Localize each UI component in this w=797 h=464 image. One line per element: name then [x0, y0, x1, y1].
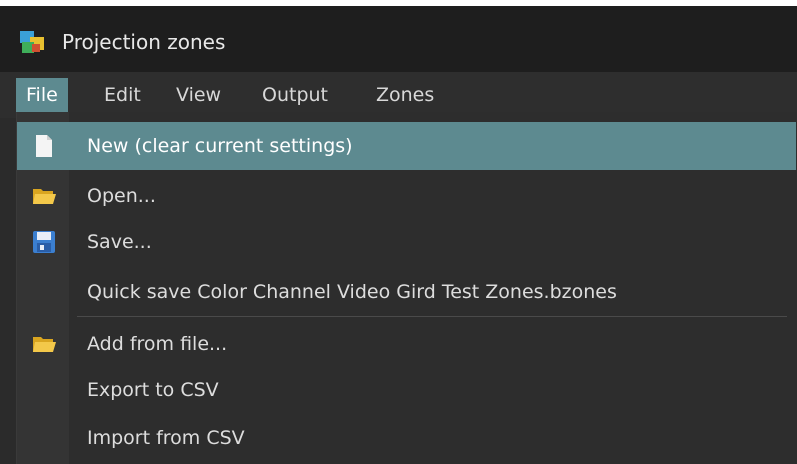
new-document-icon	[36, 135, 52, 157]
window-title: Projection zones	[62, 30, 226, 54]
menu-item-label: Open...	[87, 185, 156, 207]
menu-item-add-from-file[interactable]: Add from file...	[17, 320, 796, 368]
save-disk-icon	[33, 231, 55, 253]
file-menu-dropdown: New (clear current settings) Open... Sav…	[16, 112, 797, 464]
menu-edit[interactable]: Edit	[94, 78, 151, 112]
menu-item-label: Export to CSV	[87, 379, 219, 401]
title-bar: Projection zones	[0, 0, 797, 72]
menu-item-label: New (clear current settings)	[87, 135, 353, 157]
menu-zones[interactable]: Zones	[366, 78, 444, 112]
menu-item-quick-save[interactable]: Quick save Color Channel Video Gird Test…	[17, 268, 796, 316]
menu-view[interactable]: View	[166, 78, 231, 112]
folder-open-icon	[33, 189, 56, 204]
menu-item-label: Import from CSV	[87, 427, 245, 449]
menu-item-import-csv[interactable]: Import from CSV	[17, 414, 796, 462]
menu-item-export-csv[interactable]: Export to CSV	[17, 366, 796, 414]
menu-item-new[interactable]: New (clear current settings)	[17, 122, 796, 170]
menu-separator	[77, 316, 787, 317]
menu-item-label: Quick save Color Channel Video Gird Test…	[87, 281, 617, 303]
folder-add-icon	[33, 337, 56, 352]
menu-item-label: Save...	[87, 231, 152, 253]
menu-output[interactable]: Output	[252, 78, 338, 112]
menu-file[interactable]: File	[16, 78, 68, 112]
menu-item-save[interactable]: Save...	[17, 218, 796, 266]
menu-item-label: Add from file...	[87, 333, 228, 355]
app-icon	[20, 31, 44, 53]
menu-item-open[interactable]: Open...	[17, 172, 796, 220]
